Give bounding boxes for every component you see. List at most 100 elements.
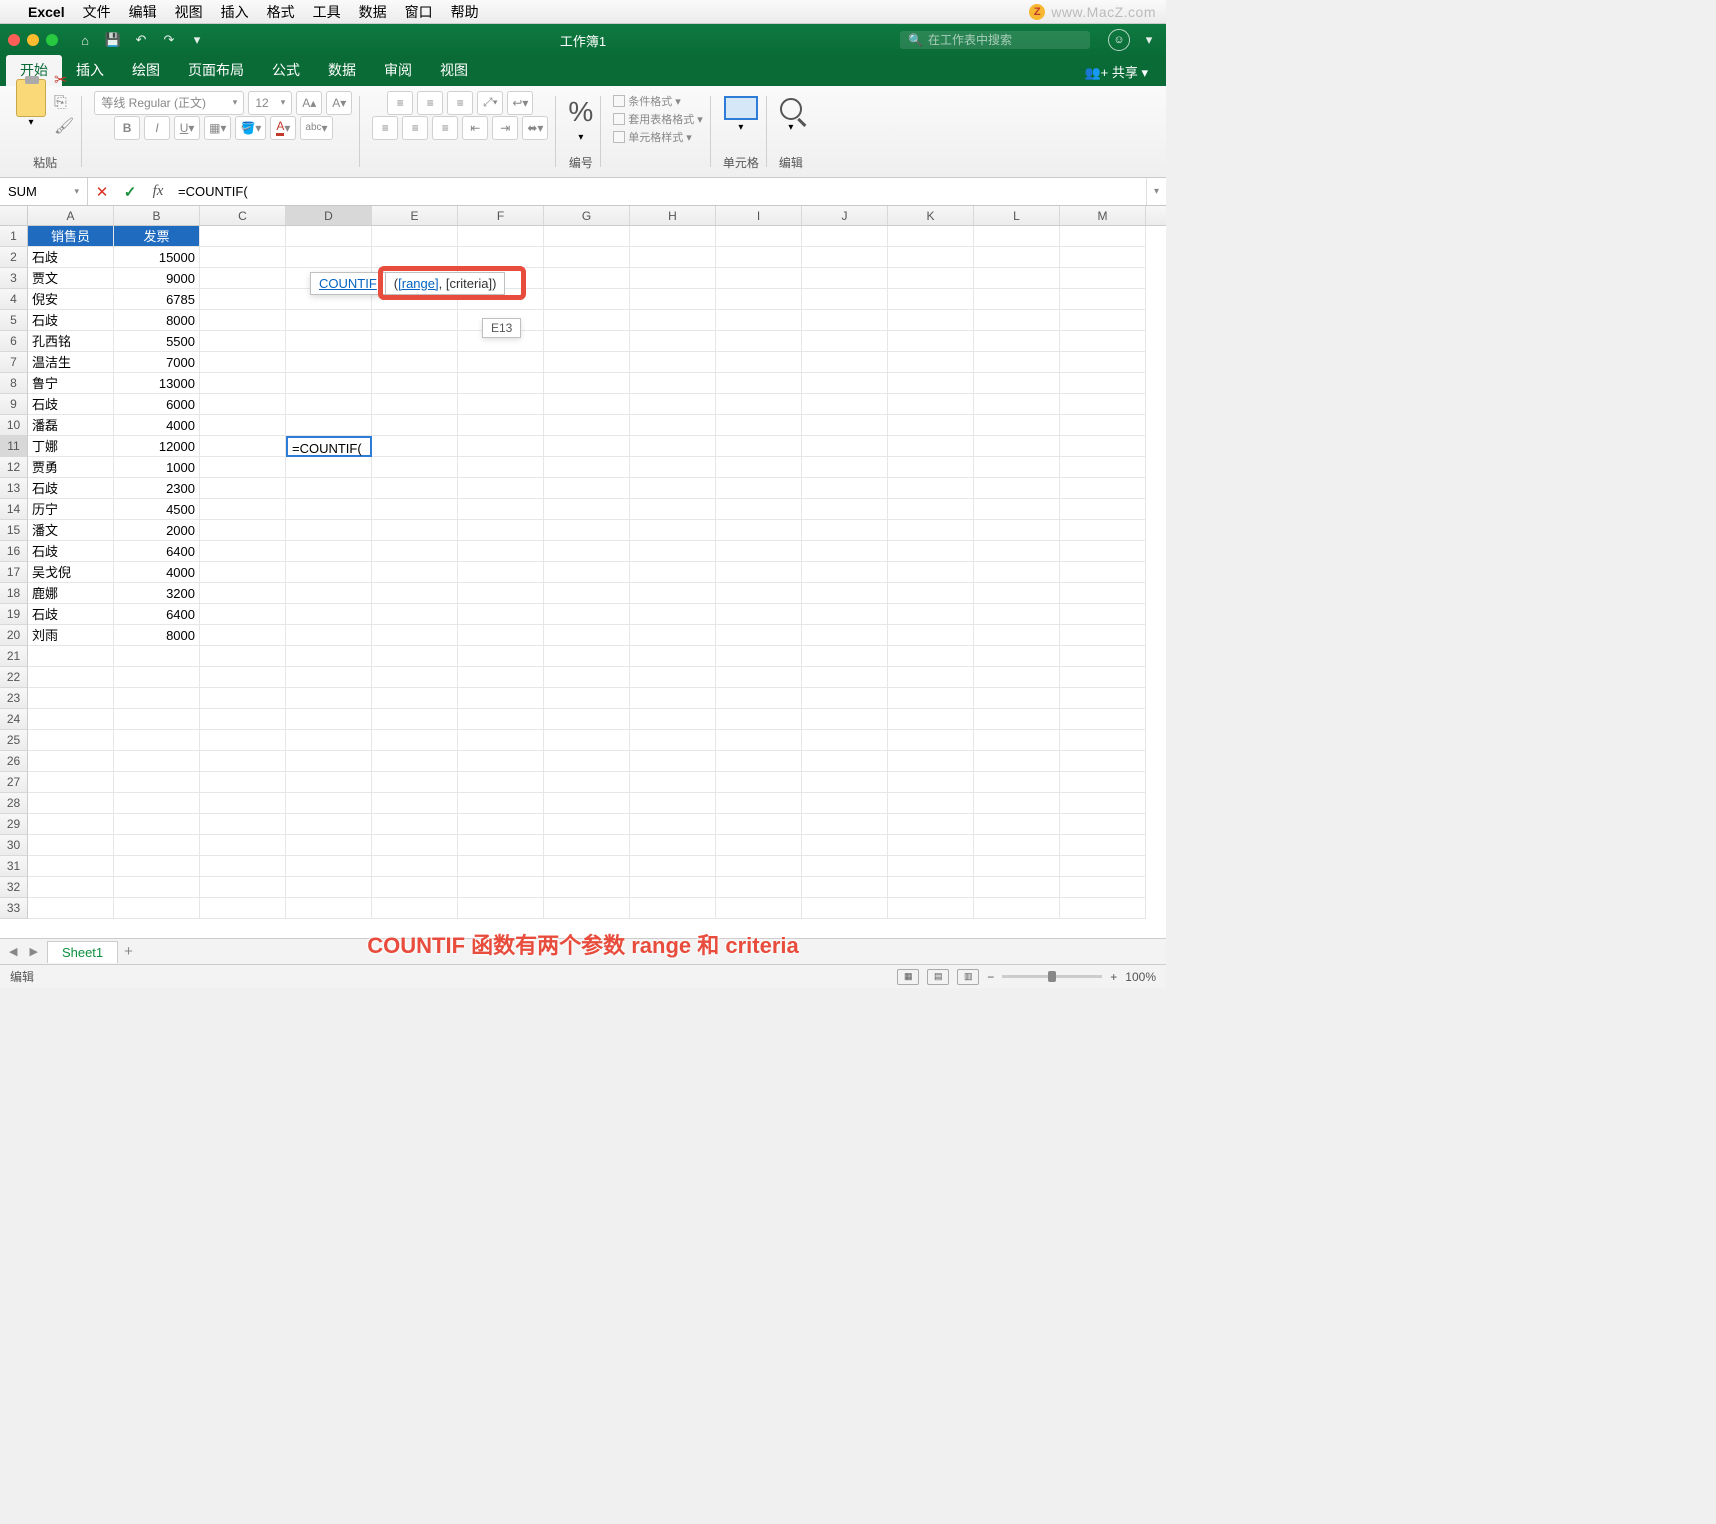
column-header[interactable]: E [372, 206, 458, 225]
cell[interactable]: 吴戈倪 [28, 562, 114, 583]
row-header[interactable]: 28 [0, 793, 28, 814]
search-input[interactable] [928, 33, 1082, 47]
cell[interactable] [802, 520, 888, 541]
row-header[interactable]: 18 [0, 583, 28, 604]
cell[interactable]: 4000 [114, 415, 200, 436]
cell[interactable] [28, 667, 114, 688]
cell[interactable] [888, 373, 974, 394]
cell[interactable] [802, 310, 888, 331]
cell[interactable] [114, 709, 200, 730]
cell[interactable] [114, 646, 200, 667]
zoom-slider[interactable] [1002, 975, 1102, 978]
cell[interactable] [888, 331, 974, 352]
sheet-tab[interactable]: Sheet1 [47, 941, 118, 963]
cell[interactable] [802, 709, 888, 730]
cell[interactable]: 丁娜 [28, 436, 114, 457]
align-left-button[interactable]: ≡ [372, 116, 398, 140]
cell[interactable] [630, 772, 716, 793]
cell[interactable] [630, 457, 716, 478]
border-button[interactable]: ▦▾ [204, 116, 231, 140]
cell[interactable] [716, 541, 802, 562]
cell[interactable] [544, 352, 630, 373]
cell[interactable] [1060, 520, 1146, 541]
cell[interactable] [630, 436, 716, 457]
percent-icon[interactable]: % [568, 96, 593, 128]
cell[interactable] [802, 247, 888, 268]
cell[interactable] [114, 688, 200, 709]
cell[interactable] [974, 877, 1060, 898]
cell[interactable] [802, 457, 888, 478]
cell[interactable] [716, 352, 802, 373]
cell[interactable] [286, 793, 372, 814]
column-header[interactable]: G [544, 206, 630, 225]
cell[interactable] [200, 583, 286, 604]
cell[interactable] [974, 247, 1060, 268]
cell[interactable] [458, 835, 544, 856]
cell[interactable] [458, 226, 544, 247]
cell[interactable] [28, 856, 114, 877]
cell[interactable] [544, 877, 630, 898]
redo-icon[interactable]: ↷ [160, 32, 178, 48]
cell[interactable] [716, 520, 802, 541]
cell[interactable] [372, 877, 458, 898]
cell[interactable] [716, 499, 802, 520]
cell[interactable] [458, 877, 544, 898]
cell[interactable] [974, 268, 1060, 289]
menu-help[interactable]: 帮助 [451, 2, 479, 22]
add-sheet-button[interactable]: + [124, 943, 133, 960]
cell[interactable] [974, 478, 1060, 499]
cell[interactable] [458, 520, 544, 541]
cell[interactable] [28, 751, 114, 772]
cell[interactable] [544, 835, 630, 856]
font-color-button[interactable]: A▾ [270, 116, 296, 140]
cell[interactable] [630, 646, 716, 667]
cell[interactable] [802, 730, 888, 751]
column-header[interactable]: K [888, 206, 974, 225]
cell[interactable] [888, 415, 974, 436]
cell[interactable] [458, 415, 544, 436]
cell[interactable]: 4500 [114, 499, 200, 520]
cell[interactable] [1060, 709, 1146, 730]
font-name-select[interactable]: 等线 Regular (正文)▾ [94, 91, 244, 115]
cell[interactable] [28, 688, 114, 709]
cell[interactable] [630, 415, 716, 436]
cell[interactable] [716, 373, 802, 394]
cell[interactable] [372, 856, 458, 877]
cell-style-button[interactable]: 单元格样式 ▾ [613, 129, 692, 145]
cell[interactable]: 发票 [114, 226, 200, 247]
row-header[interactable]: 31 [0, 856, 28, 877]
cell[interactable] [458, 604, 544, 625]
cell[interactable]: 6000 [114, 394, 200, 415]
cell[interactable] [630, 562, 716, 583]
cell[interactable] [114, 814, 200, 835]
cell[interactable] [200, 730, 286, 751]
cell[interactable]: 石歧 [28, 541, 114, 562]
cell[interactable] [716, 310, 802, 331]
formula-expand-button[interactable]: ▾ [1146, 178, 1166, 205]
cell[interactable] [974, 373, 1060, 394]
cell[interactable] [458, 646, 544, 667]
cell[interactable] [630, 289, 716, 310]
qa-dropdown-icon[interactable]: ▾ [188, 32, 206, 48]
cell[interactable] [200, 394, 286, 415]
cell[interactable] [200, 814, 286, 835]
cell[interactable] [200, 373, 286, 394]
cell[interactable] [630, 793, 716, 814]
column-header[interactable]: I [716, 206, 802, 225]
close-icon[interactable] [8, 34, 20, 46]
cell[interactable] [630, 247, 716, 268]
cell[interactable] [544, 247, 630, 268]
align-middle-button[interactable]: ≡ [417, 91, 443, 115]
cell[interactable] [200, 541, 286, 562]
view-normal-button[interactable]: ▦ [897, 969, 919, 985]
cell[interactable]: 孔西铭 [28, 331, 114, 352]
undo-icon[interactable]: ↶ [132, 32, 150, 48]
cell[interactable] [372, 688, 458, 709]
cell[interactable] [802, 856, 888, 877]
cell[interactable] [1060, 289, 1146, 310]
cell[interactable] [200, 625, 286, 646]
cell[interactable] [1060, 499, 1146, 520]
cell[interactable] [1060, 394, 1146, 415]
cell[interactable] [1060, 856, 1146, 877]
cell[interactable] [716, 604, 802, 625]
